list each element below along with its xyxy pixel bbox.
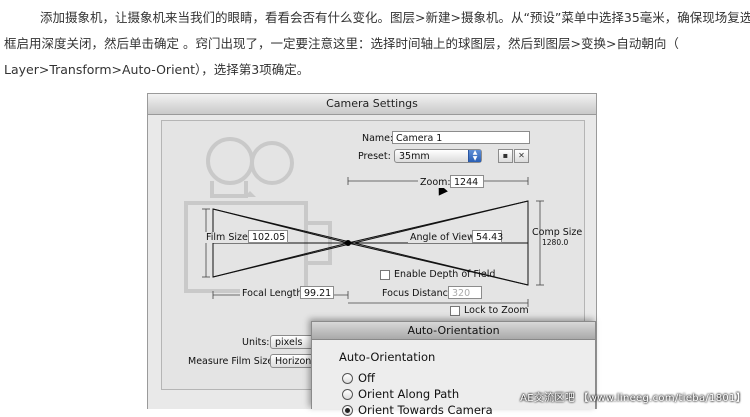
lock-to-zoom-checkbox[interactable] [450,306,460,316]
radio-orient-along-path[interactable] [342,389,353,400]
film-size-input[interactable]: 102.05 [248,230,288,243]
angle-of-view-input[interactable]: 54.43 [472,230,503,243]
chevron-updown-icon: ▲ ▼ [468,150,481,162]
comp-size-value: 1280.0 [542,238,569,247]
camera-settings-title: Camera Settings [148,94,596,115]
trash-icon[interactable]: ✕ [514,149,529,163]
radio-off[interactable] [342,373,353,384]
units-value: pixels [275,337,303,348]
article-line-3: Layer>Transform>Auto-Orient），选择第3项确定。 [4,62,310,77]
focal-length-label: Focal Length: [240,288,308,299]
option-orient-along-path-label: Orient Along Path [358,387,460,401]
name-label: Name: [362,133,394,144]
save-preset-icon[interactable]: ▪ [498,149,513,163]
enable-dof-checkbox[interactable] [380,270,390,280]
radio-orient-towards-camera[interactable] [342,405,353,416]
film-size-label: Film Size: [204,232,254,243]
name-input[interactable]: Camera 1 [392,131,530,144]
auto-orientation-group-title: Auto-Orientation [339,350,436,364]
auto-orientation-title: Auto-Orientation [312,322,595,340]
measure-film-size-label: Measure Film Size: [188,356,277,367]
option-orient-towards-camera-label: Orient Towards Camera [358,403,493,417]
zoom-input[interactable]: 1244 [450,175,484,188]
preset-label: Preset: [358,151,391,162]
preset-value: 35mm [399,151,430,162]
zoom-label: Zoom: [418,177,453,188]
focal-length-input[interactable]: 99.21 [300,286,334,299]
units-label: Units: [242,337,270,348]
lock-to-zoom-label: Lock to Zoom [464,305,529,316]
angle-of-view-label: Angle of View: [408,232,480,243]
option-off-label: Off [358,371,375,385]
article-line-1: 添加摄象机，让摄象机来当我们的眼睛，看看会否有什么变化。图层>新建>摄象机。从“… [40,10,750,25]
preset-select[interactable]: 35mm ▲ ▼ [394,149,482,163]
focus-distance-input[interactable]: 320 [448,286,482,299]
article-line-2: 框启用深度关闭，然后单击确定 。窍门出现了，一定要注意这里：选择时间轴上的球图层… [4,36,679,51]
comp-size-label: Comp Size [532,227,583,238]
watermark: AE交流区吧 【www.lineeg.com/tieba/1801】 [520,393,746,404]
enable-dof-label: Enable Depth of Field [394,269,496,280]
